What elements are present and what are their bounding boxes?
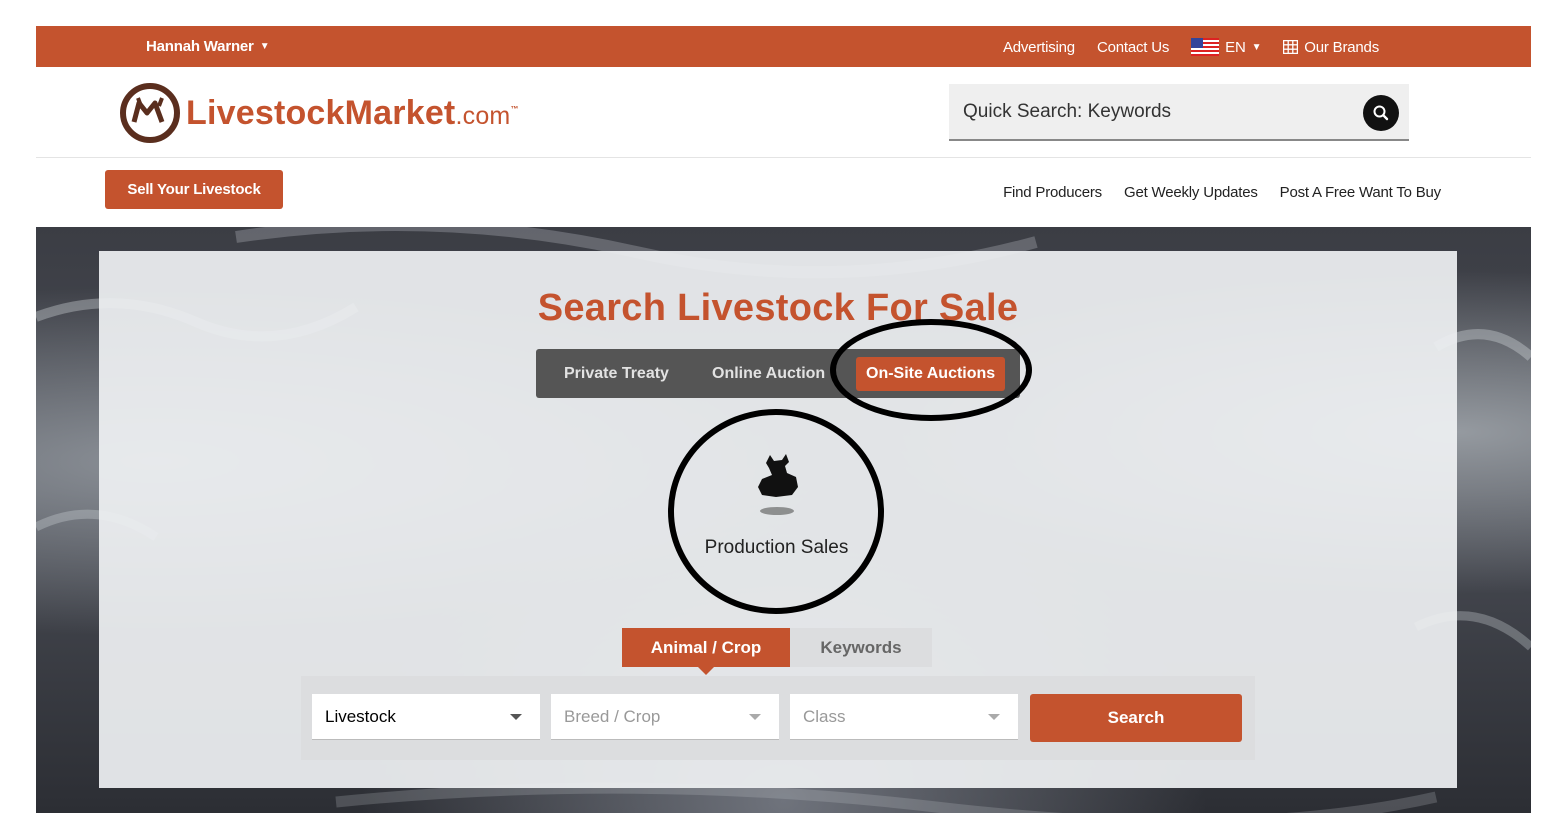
logo-mark-icon <box>120 83 180 143</box>
page-title: Search Livestock For Sale <box>537 287 1019 329</box>
grid-icon <box>1283 40 1299 54</box>
language-label: EN <box>1225 38 1246 56</box>
breed-crop-select[interactable]: Breed / Crop <box>551 694 779 740</box>
logo-name: LivestockMarket <box>186 93 456 132</box>
us-flag-icon <box>1191 38 1220 56</box>
tab-animal-crop[interactable]: Animal / Crop <box>622 628 790 675</box>
want-to-buy-link[interactable]: Post A Free Want To Buy <box>1280 184 1442 201</box>
class-select[interactable]: Class <box>790 694 1018 740</box>
chevron-down-icon <box>988 714 1000 720</box>
sub-nav: Sell Your Livestock Find Producers Get W… <box>36 158 1531 227</box>
contact-us-link[interactable]: Contact Us <box>1097 39 1169 56</box>
caret-down-icon: ▼ <box>259 41 270 52</box>
weekly-updates-link[interactable]: Get Weekly Updates <box>1124 184 1258 201</box>
chevron-down-icon <box>749 714 761 720</box>
livestock-select[interactable]: Livestock <box>312 694 540 740</box>
search-submit-button[interactable]: Search <box>1030 694 1242 742</box>
livestock-select-value: Livestock <box>325 706 396 726</box>
search-button[interactable] <box>1363 95 1399 131</box>
class-placeholder: Class <box>803 706 846 726</box>
search-form: Livestock Breed / Crop Class Search <box>301 676 1255 760</box>
logo-trademark: ™ <box>510 104 519 114</box>
page-frame: Hannah Warner ▼ Advertising Contact Us E… <box>36 26 1531 813</box>
chevron-down-icon <box>510 714 522 720</box>
search-panel: Search Livestock For Sale Private Treaty… <box>99 251 1457 788</box>
find-producers-link[interactable]: Find Producers <box>1003 184 1102 201</box>
logo-text: LivestockMarket.com™ <box>186 94 519 133</box>
tab-online-auction[interactable]: Online Auction <box>712 349 830 398</box>
quick-search-input[interactable] <box>949 84 1358 139</box>
advertising-link[interactable]: Advertising <box>1003 39 1075 56</box>
language-selector[interactable]: EN ▼ <box>1191 38 1261 56</box>
top-bar: Hannah Warner ▼ Advertising Contact Us E… <box>36 26 1531 67</box>
quick-search <box>949 84 1409 141</box>
our-brands-link[interactable]: Our Brands <box>1283 39 1379 56</box>
site-header: LivestockMarket.com™ <box>36 67 1531 158</box>
site-logo[interactable]: LivestockMarket.com™ <box>118 81 519 145</box>
logo-tld: .com <box>455 101 511 130</box>
caret-down-icon: ▼ <box>1251 41 1262 53</box>
tab-keywords[interactable]: Keywords <box>790 628 932 667</box>
search-mode-tabs: Animal / Crop Keywords <box>622 628 932 675</box>
user-menu[interactable]: Hannah Warner ▼ <box>146 38 270 55</box>
annotation-circle <box>668 409 884 614</box>
tab-private-treaty[interactable]: Private Treaty <box>564 349 669 398</box>
user-name: Hannah Warner <box>146 38 254 55</box>
search-icon <box>1373 105 1389 121</box>
hero-section: Search Livestock For Sale Private Treaty… <box>36 227 1531 813</box>
our-brands-label: Our Brands <box>1304 38 1379 56</box>
annotation-circle <box>830 319 1032 421</box>
breed-crop-placeholder: Breed / Crop <box>564 706 661 726</box>
sell-livestock-button[interactable]: Sell Your Livestock <box>105 170 283 209</box>
